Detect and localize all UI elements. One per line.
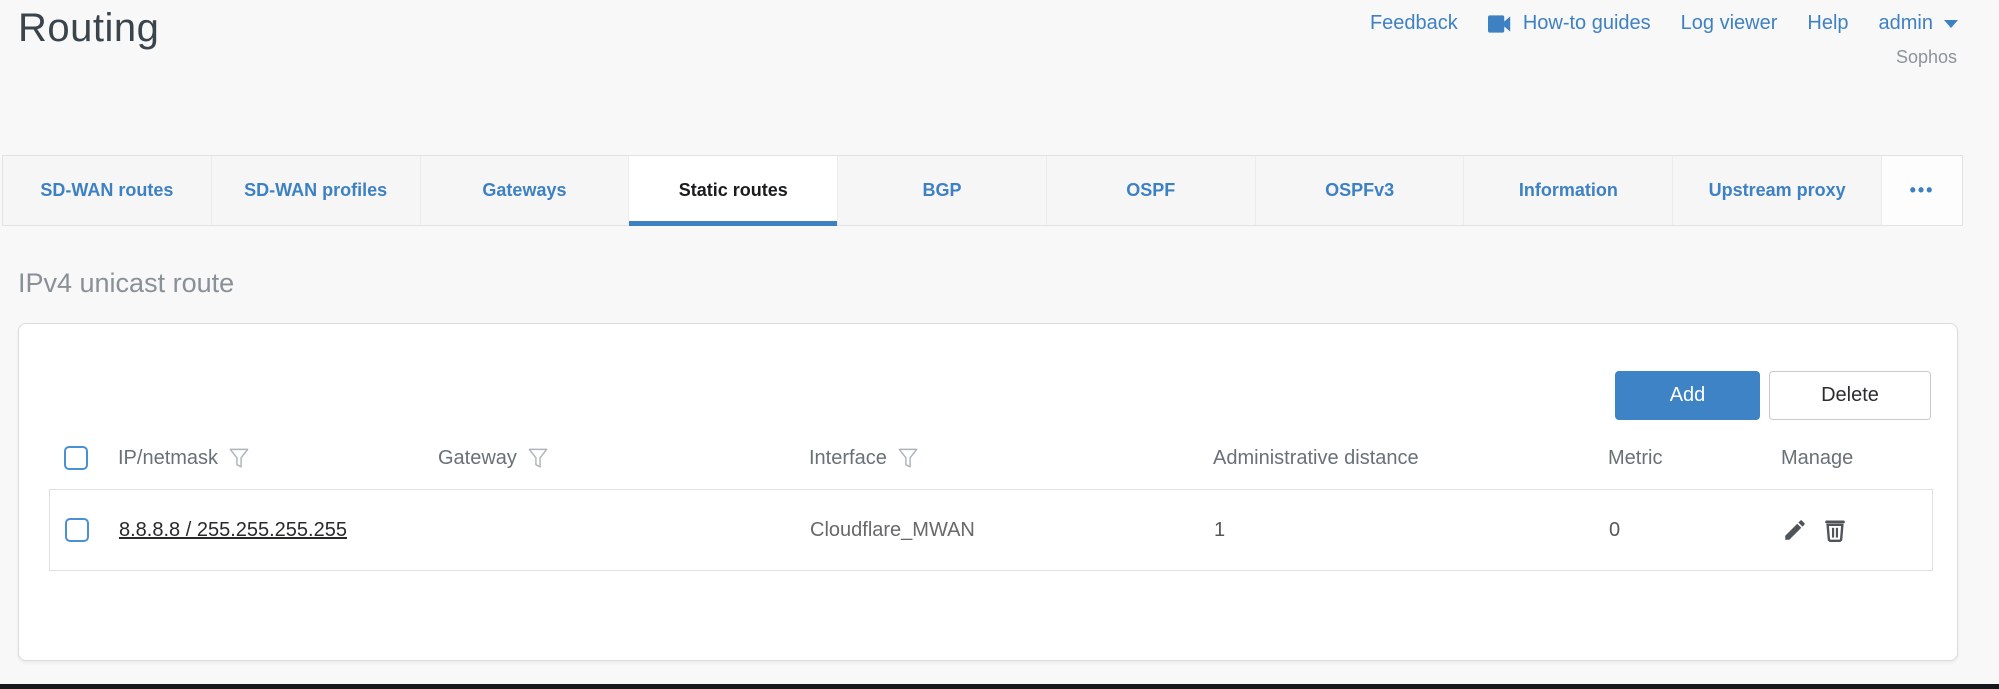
administrative-distance-value: 1 — [1214, 519, 1225, 542]
ip-netmask-link[interactable]: 8.8.8.8 / 255.255.255.255 — [119, 519, 347, 542]
tab-gateways[interactable]: Gateways — [421, 156, 630, 225]
column-ip-netmask-label: IP/netmask — [118, 447, 218, 470]
filter-icon[interactable] — [229, 448, 249, 469]
row-administrative-distance-cell: 1 — [1200, 519, 1595, 542]
row-manage-cell — [1768, 517, 1932, 543]
row-metric-cell: 0 — [1595, 519, 1768, 542]
admin-menu[interactable]: admin — [1879, 12, 1958, 35]
select-all-checkbox[interactable] — [64, 446, 88, 470]
log-viewer-link[interactable]: Log viewer — [1681, 12, 1778, 35]
column-interface: Interface — [795, 447, 1199, 470]
select-all-cell — [49, 446, 104, 470]
brand-label: Sophos — [1896, 47, 1957, 68]
column-metric: Metric — [1594, 447, 1767, 470]
edit-pencil-icon[interactable] — [1782, 517, 1808, 543]
metric-value: 0 — [1609, 519, 1620, 542]
routes-panel: Add Delete IP/netmask Gateway Interface … — [18, 323, 1958, 661]
tab-sd-wan-profiles[interactable]: SD-WAN profiles — [212, 156, 421, 225]
column-manage: Manage — [1767, 447, 1933, 470]
column-administrative-distance-label: Administrative distance — [1213, 447, 1419, 470]
delete-button[interactable]: Delete — [1769, 371, 1931, 420]
top-nav: Feedback How-to guides Log viewer Help a… — [1370, 12, 1958, 35]
table-header: IP/netmask Gateway Interface Administrat… — [49, 434, 1933, 482]
row-select-cell — [50, 518, 105, 542]
tab-ospfv3[interactable]: OSPFv3 — [1256, 156, 1465, 225]
tab-sd-wan-routes[interactable]: SD-WAN routes — [3, 156, 212, 225]
tab-bgp[interactable]: BGP — [838, 156, 1047, 225]
bottom-edge-bar — [0, 684, 1999, 689]
tab-upstream-proxy[interactable]: Upstream proxy — [1673, 156, 1882, 225]
tab-information[interactable]: Information — [1464, 156, 1673, 225]
page-title: Routing — [18, 6, 159, 51]
tab-static-routes[interactable]: Static routes — [629, 156, 838, 225]
help-link[interactable]: Help — [1807, 12, 1848, 35]
filter-icon[interactable] — [898, 448, 918, 469]
caret-down-icon — [1944, 20, 1958, 28]
video-camera-icon — [1488, 15, 1514, 33]
tab-bar: SD-WAN routes SD-WAN profiles Gateways S… — [2, 155, 1963, 226]
row-ip-netmask-cell: 8.8.8.8 / 255.255.255.255 — [105, 519, 425, 542]
delete-trash-icon[interactable] — [1822, 517, 1848, 543]
add-button[interactable]: Add — [1615, 371, 1760, 420]
section-heading: IPv4 unicast route — [18, 268, 234, 299]
row-interface-cell: Cloudflare_MWAN — [796, 519, 1200, 542]
interface-value: Cloudflare_MWAN — [810, 519, 975, 542]
column-gateway-label: Gateway — [438, 447, 517, 470]
table-row: 8.8.8.8 / 255.255.255.255 Cloudflare_MWA… — [49, 489, 1933, 571]
column-gateway: Gateway — [424, 447, 795, 470]
tab-ospf[interactable]: OSPF — [1047, 156, 1256, 225]
column-metric-label: Metric — [1608, 447, 1662, 470]
tab-overflow-ellipsis-icon[interactable]: ••• — [1882, 156, 1962, 225]
howto-guides-link[interactable]: How-to guides — [1488, 12, 1651, 35]
howto-guides-label: How-to guides — [1523, 12, 1651, 35]
column-interface-label: Interface — [809, 447, 887, 470]
column-manage-label: Manage — [1781, 447, 1853, 470]
column-ip-netmask: IP/netmask — [104, 447, 424, 470]
feedback-link[interactable]: Feedback — [1370, 12, 1458, 35]
column-administrative-distance: Administrative distance — [1199, 447, 1594, 470]
row-checkbox[interactable] — [65, 518, 89, 542]
admin-menu-label: admin — [1879, 12, 1933, 35]
filter-icon[interactable] — [528, 448, 548, 469]
